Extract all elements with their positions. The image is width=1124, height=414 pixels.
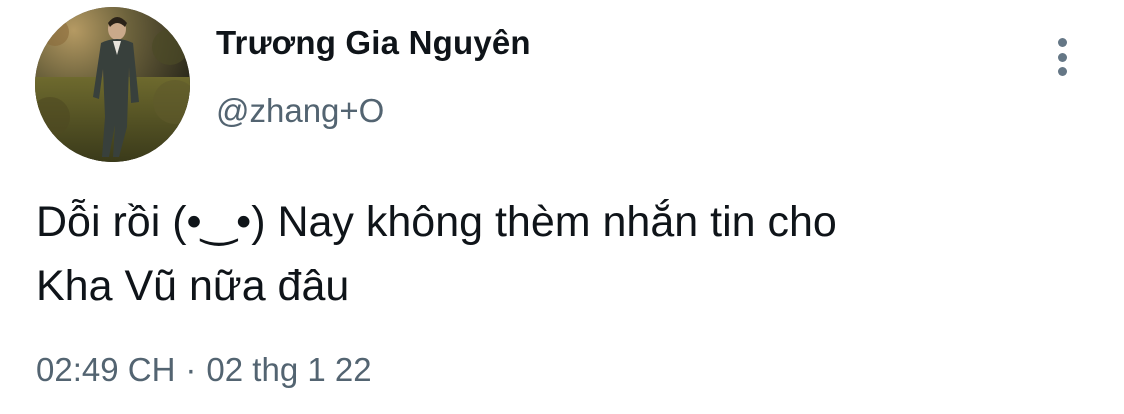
timestamp-separator: ·	[185, 351, 197, 388]
avatar[interactable]	[35, 7, 190, 162]
more-vertical-icon-dot-2	[1057, 52, 1067, 62]
tweet-card: Trương Gia Nguyên @zhang+O Dỗi rồi (•‿•)…	[0, 0, 1124, 414]
avatar-photo	[35, 7, 190, 162]
author-display-name[interactable]: Trương Gia Nguyên	[216, 24, 531, 62]
tweet-date: 02 thg 1 22	[206, 351, 372, 388]
author-handle[interactable]: @zhang+O	[216, 92, 384, 130]
tweet-text: Dỗi rồi (•‿•) Nay không thèm nhắn tin ch…	[36, 190, 1096, 318]
tweet-text-line-1: Dỗi rồi (•‿•) Nay không thèm nhắn tin ch…	[36, 198, 837, 246]
tweet-text-line-2: Kha Vũ nữa đâu	[36, 262, 350, 310]
tweet-timestamp[interactable]: 02:49 CH · 02 thg 1 22	[36, 351, 372, 389]
more-vertical-icon	[1057, 38, 1067, 47]
more-vertical-icon-dot-3	[1057, 67, 1067, 76]
more-options-button[interactable]	[1040, 34, 1084, 80]
tweet-time: 02:49 CH	[36, 351, 176, 388]
